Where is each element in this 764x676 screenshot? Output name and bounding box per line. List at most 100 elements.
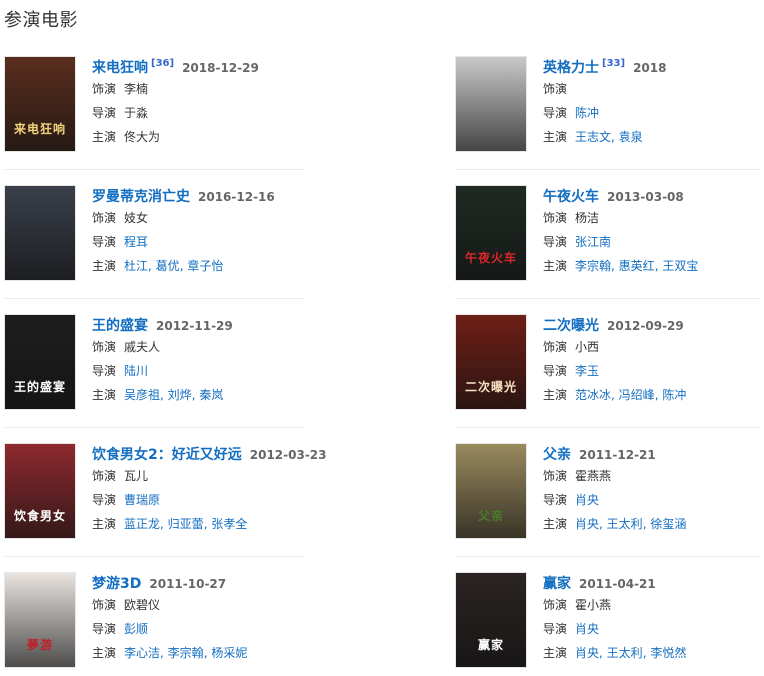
star-name[interactable]: 王双宝 bbox=[662, 259, 698, 273]
star-name[interactable]: 惠英红 bbox=[619, 259, 655, 273]
star-name[interactable]: 李宗翰 bbox=[575, 259, 611, 273]
director-name[interactable]: 李玉 bbox=[575, 364, 599, 378]
movie-title-link[interactable]: 王的盛宴 bbox=[92, 318, 148, 334]
movie-title-line: 英格力士 [33] 2018 bbox=[543, 57, 764, 77]
director-row: 导演 于淼 bbox=[92, 101, 392, 125]
movie-title-link[interactable]: 午夜火车 bbox=[543, 189, 599, 205]
star-name[interactable]: 徐玺涵 bbox=[650, 517, 686, 531]
star-name[interactable]: 章子怡 bbox=[187, 259, 223, 273]
role-value: 霍燕燕 bbox=[575, 469, 612, 483]
star-name[interactable]: 杨采妮 bbox=[211, 646, 247, 660]
movie-poster[interactable]: 二次曝光 bbox=[455, 314, 527, 410]
director-name[interactable]: 陆川 bbox=[124, 364, 148, 378]
director-row: 导演 张江南 bbox=[543, 230, 764, 254]
movie-poster[interactable]: 王的盛宴 bbox=[4, 314, 76, 410]
movie-title-line: 饮食男女2：好近又好远 2012-03-23 bbox=[92, 444, 392, 464]
starring-label: 主演 bbox=[92, 388, 117, 402]
role-value: 戚夫人 bbox=[124, 340, 161, 354]
director-name[interactable]: 肖央 bbox=[575, 622, 599, 636]
movie-title-line: 王的盛宴 2012-11-29 bbox=[92, 315, 392, 335]
movie-poster[interactable]: 夢游 bbox=[4, 572, 76, 668]
name-separator: , bbox=[160, 646, 168, 660]
star-name[interactable]: 王志文 bbox=[575, 130, 611, 144]
reference-link[interactable]: [36] bbox=[151, 58, 174, 69]
movie-title-link[interactable]: 饮食男女2：好近又好远 bbox=[92, 447, 242, 463]
star-name[interactable]: 王太利 bbox=[607, 646, 643, 660]
role-value: 李楠 bbox=[124, 82, 149, 96]
movie-info: 王的盛宴 2012-11-29 饰演 戚夫人 导演 陆川 主演 吴彦祖, 刘烨, 秦岚 bbox=[92, 315, 392, 407]
star-name[interactable]: 冯绍峰 bbox=[619, 388, 655, 402]
movie-poster[interactable]: 来电狂响 bbox=[4, 56, 76, 152]
movie-title-line: 父亲 2011-12-21 bbox=[543, 444, 764, 464]
director-label: 导演 bbox=[543, 364, 568, 378]
movie-poster[interactable] bbox=[455, 56, 527, 152]
row-divider bbox=[455, 556, 760, 557]
role-label: 饰演 bbox=[92, 340, 117, 354]
movie-card: 父亲 父亲 2011-12-21 饰演 霍燕燕 导演 肖央 主演 肖央, 王太利, 徐玺涵 bbox=[455, 443, 755, 539]
movie-title-link[interactable]: 父亲 bbox=[543, 447, 571, 463]
star-name[interactable]: 范冰冰 bbox=[575, 388, 611, 402]
starring-row: 主演 李心洁, 李宗翰, 杨采妮 bbox=[92, 641, 392, 665]
release-date: 2018-12-29 bbox=[182, 61, 259, 75]
director-name[interactable]: 彭顺 bbox=[124, 622, 148, 636]
director-name[interactable]: 陈冲 bbox=[575, 106, 599, 120]
star-name[interactable]: 吴彦祖 bbox=[124, 388, 160, 402]
reference-link[interactable]: [33] bbox=[602, 58, 625, 69]
star-name[interactable]: 葛优 bbox=[156, 259, 180, 273]
star-name[interactable]: 袁泉 bbox=[619, 130, 643, 144]
star-name[interactable]: 李宗翰 bbox=[168, 646, 204, 660]
star-name[interactable]: 肖央 bbox=[575, 646, 599, 660]
poster-title-art: 父亲 bbox=[477, 509, 504, 523]
movie-title-link[interactable]: 英格力士 bbox=[543, 60, 599, 76]
star-name[interactable]: 归亚蕾 bbox=[168, 517, 204, 531]
star-name[interactable]: 肖央 bbox=[575, 517, 599, 531]
starring-row: 主演 肖央, 王太利, 李悦然 bbox=[543, 641, 764, 665]
director-name[interactable]: 张江南 bbox=[575, 235, 611, 249]
role-row: 饰演 小西 bbox=[543, 335, 764, 359]
star-name[interactable]: 杜江 bbox=[124, 259, 148, 273]
starring-row: 主演 李宗翰, 惠英红, 王双宝 bbox=[543, 254, 764, 278]
starring-label: 主演 bbox=[543, 646, 568, 660]
role-label: 饰演 bbox=[92, 598, 117, 612]
release-date: 2012-09-29 bbox=[607, 319, 684, 333]
star-name[interactable]: 秦岚 bbox=[199, 388, 223, 402]
poster-title-art: 王的盛宴 bbox=[13, 380, 66, 394]
movie-title-link[interactable]: 来电狂响 bbox=[92, 60, 148, 76]
row-divider bbox=[4, 556, 304, 557]
name-separator: , bbox=[611, 130, 619, 144]
starring-label: 主演 bbox=[92, 259, 117, 273]
movie-title-link[interactable]: 梦游3D bbox=[92, 576, 141, 592]
movie-card: 来电狂响 来电狂响 [36] 2018-12-29 饰演 李楠 导演 于淼 主演 佟大为 bbox=[4, 56, 304, 152]
movie-poster[interactable]: 赢家 bbox=[455, 572, 527, 668]
director-name[interactable]: 肖央 bbox=[575, 493, 599, 507]
star-name[interactable]: 蓝正龙 bbox=[124, 517, 160, 531]
star-name[interactable]: 李心洁 bbox=[124, 646, 160, 660]
star-name[interactable]: 张孝全 bbox=[211, 517, 247, 531]
movie-poster[interactable]: 父亲 bbox=[455, 443, 527, 539]
movie-poster[interactable] bbox=[4, 185, 76, 281]
star-name[interactable]: 王太利 bbox=[607, 517, 643, 531]
movie-poster[interactable]: 午夜火车 bbox=[455, 185, 527, 281]
director-name[interactable]: 曹瑞原 bbox=[124, 493, 160, 507]
movie-title-line: 午夜火车 2013-03-08 bbox=[543, 186, 764, 206]
release-date: 2018 bbox=[633, 61, 667, 75]
poster-title-art: 来电狂响 bbox=[13, 122, 66, 136]
movie-title-link[interactable]: 赢家 bbox=[543, 576, 571, 592]
movie-poster[interactable]: 饮食男女 bbox=[4, 443, 76, 539]
role-row: 饰演 戚夫人 bbox=[92, 335, 392, 359]
poster-title-art: 赢家 bbox=[477, 638, 504, 652]
movie-title-link[interactable]: 罗曼蒂克消亡史 bbox=[92, 189, 190, 205]
star-name[interactable]: 陈冲 bbox=[662, 388, 686, 402]
row-divider bbox=[455, 427, 760, 428]
movie-info: 父亲 2011-12-21 饰演 霍燕燕 导演 肖央 主演 肖央, 王太利, 徐玺涵 bbox=[543, 444, 764, 536]
role-label: 饰演 bbox=[543, 469, 568, 483]
director-name[interactable]: 程耳 bbox=[124, 235, 148, 249]
starring-label: 主演 bbox=[543, 130, 568, 144]
star-name[interactable]: 李悦然 bbox=[650, 646, 686, 660]
director-label: 导演 bbox=[92, 235, 117, 249]
star-name[interactable]: 刘烨 bbox=[168, 388, 192, 402]
movie-info: 英格力士 [33] 2018 饰演 导演 陈冲 主演 王志文, 袁泉 bbox=[543, 57, 764, 149]
movie-title-link[interactable]: 二次曝光 bbox=[543, 318, 599, 334]
movie-card: 午夜火车 午夜火车 2013-03-08 饰演 杨洁 导演 张江南 主演 李宗翰, 惠英红, 王… bbox=[455, 185, 755, 281]
role-label: 饰演 bbox=[92, 469, 117, 483]
